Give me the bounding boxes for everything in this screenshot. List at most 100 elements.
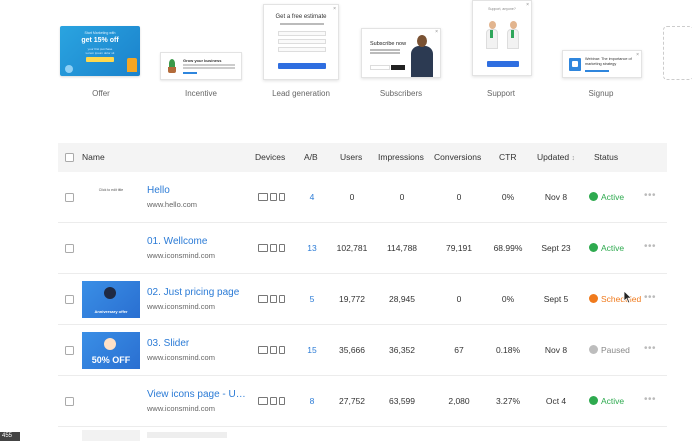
preview-title: Webinar: The importance of marketing str… [585,57,632,66]
balloon-icon [65,65,73,73]
header-devices[interactable]: Devices [255,143,285,172]
more-dots-icon[interactable]: ••• [644,394,656,405]
header-updated-label: Updated [537,152,570,162]
template-subscribers[interactable]: × Subscribe now Subscribers [356,0,446,110]
impressions-value: 63,599 [389,396,415,406]
header-updated[interactable]: Updated ↕ [537,143,575,172]
template-signup[interactable]: × Webinar: The importance of marketing s… [556,0,646,110]
preview-button [86,57,114,62]
row-thumbnail: 50% OFF [82,332,140,369]
mobile-icon [279,295,285,303]
person-image [408,33,436,77]
row-name-link[interactable]: Hello [147,185,170,196]
thumbnail-graphic [104,338,116,350]
conversions-value: 67 [454,345,464,355]
row-thumbnail: Click to edit title [82,179,140,216]
select-all-checkbox[interactable] [65,153,74,162]
thumbnail-text: Click to edit title [98,188,124,192]
preview-title: Subscribe now [370,41,407,47]
row-url: www.hello.com [147,200,198,209]
more-dots-icon[interactable]: ••• [644,190,656,201]
table-row[interactable]: Click to edit title Hello www.hello.com 4 0 0… [58,172,667,223]
person-image [506,21,520,49]
devices-group [258,346,286,355]
status-label: Paused [601,345,630,355]
row-name-link[interactable]: View icons page - UPD... [147,389,251,400]
row-checkbox[interactable] [65,397,74,406]
row-thumbnail [82,230,140,267]
more-dots-icon[interactable]: ••• [644,292,656,303]
table-row[interactable]: 01. Wellcome www.iconsmind.com 13 102,781 11… [58,223,667,274]
template-next-partial[interactable] [663,26,692,80]
preview-title: Grow your business [183,58,222,63]
devices-group [258,397,286,406]
impressions-value: 0 [399,192,405,202]
header-conversions[interactable]: Conversions [434,143,481,172]
template-preview: Start Marketing with get 15% off your fi… [56,0,146,84]
ab-tests-link[interactable]: 15 [302,345,322,355]
row-checkbox[interactable] [65,346,74,355]
document-icon [569,58,581,71]
more-dots-icon[interactable]: ••• [644,241,656,252]
ab-tests-link[interactable]: 8 [302,396,322,406]
status-badge[interactable]: Scheduled [589,294,641,304]
preview-button [278,63,326,69]
conversions-value: 0 [456,192,462,202]
more-dots-icon[interactable]: ••• [644,343,656,354]
status-icon [589,243,598,252]
row-name-link[interactable]: 03. Slider [147,338,189,349]
ab-tests-link[interactable]: 5 [302,294,322,304]
status-badge[interactable]: Active [589,192,624,202]
template-offer[interactable]: Start Marketing with get 15% off your fi… [56,0,146,110]
status-badge[interactable]: Active [589,243,624,253]
row-name-link[interactable]: 01. Wellcome [147,236,207,247]
header-users[interactable]: Users [340,143,362,172]
template-lead-generation[interactable]: × Get a free estimate Lead generation [256,0,346,110]
template-caption: Subscribers [379,89,423,98]
template-caption: Lead generation [272,89,330,98]
table-row[interactable]: 50% OFF 03. Slider www.iconsmind.com 15 35,6… [58,325,667,376]
header-impressions[interactable]: Impressions [378,143,424,172]
updated-value: Oct 4 [545,396,567,406]
preview-text: Start Marketing with [84,31,116,35]
desktop-icon [258,346,268,354]
table-row[interactable]: Anniversary offer 02. Just pricing page ww… [58,274,667,325]
row-checkbox[interactable] [65,295,74,304]
ctr-value: 0.18% [495,345,521,355]
mouse-cursor-icon [623,290,633,304]
table-row[interactable]: View icons page - UPD... www.iconsmind.co… [58,376,667,427]
row-thumbnail [82,383,140,420]
row-name-link[interactable]: 02. Just pricing page [147,287,239,298]
close-icon: × [333,6,336,12]
header-ctr[interactable]: CTR [499,143,516,172]
person-image [485,21,499,49]
template-incentive[interactable]: Grow your business Incentive [156,0,246,110]
impressions-value: 114,788 [386,243,418,253]
row-url: www.iconsmind.com [147,353,215,362]
tablet-icon [270,244,277,252]
status-badge[interactable]: Paused [589,345,630,355]
plant-icon [167,59,177,73]
header-status[interactable]: Status [594,143,618,172]
status-badge[interactable]: Active [589,396,624,406]
updated-value: Nov 8 [544,192,568,202]
table-row-partial [58,428,667,441]
users-value: 27,752 [339,396,365,406]
ab-tests-link[interactable]: 13 [302,243,322,253]
sort-icon[interactable]: ↕ [572,155,576,162]
template-support[interactable]: × Support, anyone? Support [456,0,546,110]
template-preview: × Subscribe now [356,0,446,84]
row-checkbox[interactable] [65,193,74,202]
preview-title: Get a free estimate [275,14,327,20]
conversions-value: 2,080 [448,396,470,406]
template-preview: × Get a free estimate [256,0,346,84]
status-icon [589,345,598,354]
header-name[interactable]: Name [82,143,105,172]
users-value: 35,666 [339,345,365,355]
header-ab[interactable]: A/B [304,143,318,172]
tablet-icon [270,346,277,354]
devices-group [258,244,286,253]
row-checkbox[interactable] [65,244,74,253]
row-thumbnail: Anniversary offer [82,281,140,318]
ab-tests-link[interactable]: 4 [302,192,322,202]
